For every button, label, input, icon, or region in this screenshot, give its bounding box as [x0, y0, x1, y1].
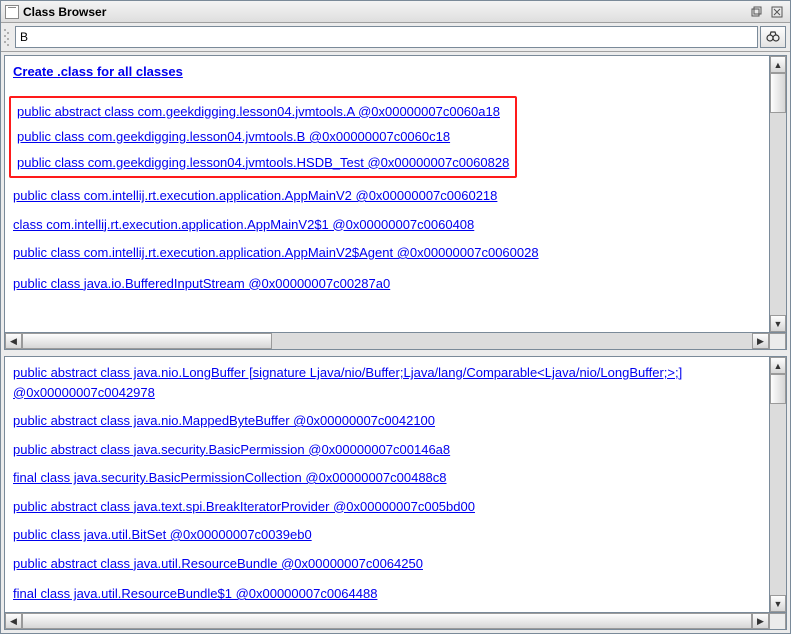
bottom-pane: public abstract class java.nio.LongBuffe…	[4, 356, 787, 630]
scroll-right-icon[interactable]: ▶	[752, 613, 769, 629]
scroll-track[interactable]	[770, 73, 786, 315]
class-link[interactable]: public class com.geekdigging.lesson04.jv…	[17, 127, 509, 147]
scroll-up-icon[interactable]: ▲	[770, 56, 786, 73]
class-link[interactable]: public class com.intellij.rt.execution.a…	[13, 186, 778, 206]
class-link[interactable]: public abstract class com.geekdigging.le…	[17, 102, 509, 122]
scroll-left-icon[interactable]: ◀	[5, 613, 22, 629]
scroll-thumb[interactable]	[770, 374, 786, 404]
scroll-corner	[769, 333, 786, 350]
scroll-down-icon[interactable]: ▼	[770, 315, 786, 332]
class-link[interactable]: public abstract class java.nio.MappedByt…	[13, 411, 778, 431]
scroll-thumb[interactable]	[22, 613, 752, 629]
scroll-up-icon[interactable]: ▲	[770, 357, 786, 374]
top-pane: Create .class for all classes public abs…	[4, 55, 787, 350]
top-hscroll[interactable]: ◀ ▶	[5, 332, 786, 349]
scroll-thumb[interactable]	[22, 333, 272, 349]
class-link[interactable]: final class java.security.BasicPermissio…	[13, 468, 778, 488]
top-pane-content: Create .class for all classes public abs…	[5, 56, 786, 332]
class-link[interactable]: final class java.util.ResourceBundle$1 @…	[13, 584, 778, 604]
class-link[interactable]: public abstract class java.text.spi.Brea…	[13, 497, 778, 517]
bottom-pane-content: public abstract class java.nio.LongBuffe…	[5, 357, 786, 612]
scroll-track[interactable]	[770, 374, 786, 595]
class-link[interactable]: public class com.intellij.rt.execution.a…	[13, 243, 778, 263]
class-browser-window: Class Browser Create .class for	[0, 0, 791, 634]
bottom-hscroll[interactable]: ◀ ▶	[5, 612, 786, 629]
scroll-track[interactable]	[22, 333, 752, 349]
window-title: Class Browser	[23, 5, 748, 19]
scroll-thumb[interactable]	[770, 73, 786, 113]
scroll-right-icon[interactable]: ▶	[752, 333, 769, 349]
window-icon	[5, 5, 19, 19]
search-input[interactable]	[15, 26, 758, 48]
titlebar: Class Browser	[1, 1, 790, 23]
toolbar-grip	[3, 26, 11, 48]
top-vscroll[interactable]: ▲ ▼	[769, 56, 786, 332]
pane-area: Create .class for all classes public abs…	[1, 52, 790, 633]
class-link[interactable]: class com.intellij.rt.execution.applicat…	[13, 215, 778, 235]
maximize-icon[interactable]	[748, 4, 766, 20]
search-toolbar	[1, 23, 790, 52]
class-link[interactable]: public abstract class java.security.Basi…	[13, 440, 778, 460]
class-link[interactable]: public abstract class java.nio.LongBuffe…	[13, 363, 778, 402]
binoculars-icon	[766, 30, 780, 44]
scroll-down-icon[interactable]: ▼	[770, 595, 786, 612]
close-icon[interactable]	[768, 4, 786, 20]
scroll-track[interactable]	[22, 613, 752, 629]
class-link[interactable]: public class java.io.BufferedInputStream…	[13, 274, 778, 294]
search-button[interactable]	[760, 26, 786, 48]
scroll-corner	[769, 613, 786, 630]
class-link[interactable]: public class com.geekdigging.lesson04.jv…	[17, 153, 509, 173]
class-link[interactable]: public abstract class java.util.Resource…	[13, 554, 778, 574]
highlighted-group: public abstract class com.geekdigging.le…	[9, 96, 517, 179]
titlebar-buttons	[748, 4, 786, 20]
create-class-link[interactable]: Create .class for all classes	[13, 62, 778, 82]
scroll-left-icon[interactable]: ◀	[5, 333, 22, 349]
bottom-vscroll[interactable]: ▲ ▼	[769, 357, 786, 612]
class-link[interactable]: public class java.util.BitSet @0x0000000…	[13, 525, 778, 545]
